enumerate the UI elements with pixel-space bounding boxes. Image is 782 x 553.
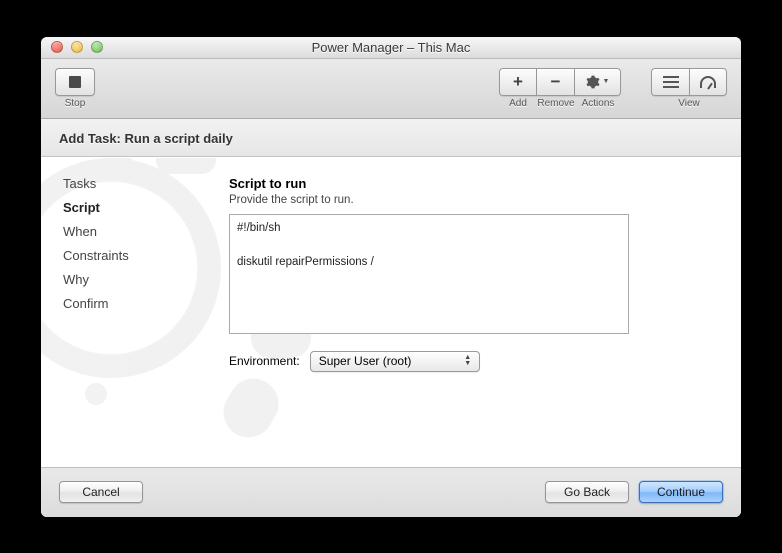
- toolbar-stop-group: Stop: [55, 68, 95, 109]
- sheet-main: Script to run Provide the script to run.…: [201, 158, 741, 467]
- script-textarea[interactable]: [229, 214, 629, 334]
- environment-row: Environment: Super User (root) ▲▼: [229, 351, 713, 372]
- sheet-footer: Cancel Go Back Continue: [41, 467, 741, 517]
- nav-item-confirm[interactable]: Confirm: [63, 296, 193, 311]
- continue-button[interactable]: Continue: [639, 481, 723, 503]
- sheet-nav: Tasks Script When Constraints Why Confir…: [41, 158, 201, 467]
- sheet-body: Tasks Script When Constraints Why Confir…: [41, 157, 741, 467]
- toolbar-add-group: + Add: [499, 68, 537, 109]
- add-button[interactable]: +: [499, 68, 537, 96]
- nav-item-script[interactable]: Script: [63, 200, 193, 215]
- remove-label: Remove: [537, 98, 574, 109]
- stop-label: Stop: [65, 98, 86, 109]
- environment-label: Environment:: [229, 354, 300, 368]
- section-title: Script to run: [229, 176, 713, 191]
- minus-icon: −: [551, 72, 561, 92]
- actions-button[interactable]: ▼: [575, 68, 621, 96]
- actions-label: Actions: [582, 98, 615, 109]
- nav-item-constraints[interactable]: Constraints: [63, 248, 193, 263]
- environment-popup[interactable]: Super User (root) ▲▼: [310, 351, 480, 372]
- updown-icon: ▲▼: [461, 355, 475, 367]
- nav-item-tasks[interactable]: Tasks: [63, 176, 193, 191]
- sheet-header: Add Task: Run a script daily: [41, 119, 741, 157]
- list-icon: [663, 76, 679, 88]
- stop-icon: [69, 76, 81, 88]
- add-label: Add: [509, 98, 527, 109]
- environment-value: Super User (root): [319, 354, 412, 368]
- minimize-window-button[interactable]: [71, 41, 83, 53]
- go-back-button[interactable]: Go Back: [545, 481, 629, 503]
- gear-icon: [586, 75, 600, 89]
- zoom-window-button[interactable]: [91, 41, 103, 53]
- toolbar-view-group: View: [651, 68, 727, 109]
- toolbar-remove-group: − Remove: [537, 68, 575, 109]
- close-window-button[interactable]: [51, 41, 63, 53]
- cancel-button[interactable]: Cancel: [59, 481, 143, 503]
- titlebar: Power Manager – This Mac: [41, 37, 741, 59]
- plus-icon: +: [513, 72, 523, 92]
- app-window: Power Manager – This Mac Stop + Add − Re…: [41, 37, 741, 517]
- chevron-down-icon: ▼: [603, 78, 610, 85]
- toolbar-actions-group: ▼ Actions: [575, 68, 621, 109]
- sheet: Add Task: Run a script daily Tasks Scrip…: [41, 119, 741, 517]
- nav-item-why[interactable]: Why: [63, 272, 193, 287]
- toolbar: Stop + Add − Remove ▼ Actions: [41, 59, 741, 119]
- window-controls: [41, 41, 103, 53]
- stop-button[interactable]: [55, 68, 95, 96]
- nav-item-when[interactable]: When: [63, 224, 193, 239]
- view-list-button[interactable]: [651, 68, 689, 96]
- view-gauge-button[interactable]: [689, 68, 727, 96]
- view-segmented: [651, 68, 727, 96]
- gauge-icon: [700, 76, 716, 88]
- remove-button[interactable]: −: [537, 68, 575, 96]
- section-subtitle: Provide the script to run.: [229, 194, 713, 206]
- view-label: View: [678, 98, 700, 109]
- window-title: Power Manager – This Mac: [41, 40, 741, 55]
